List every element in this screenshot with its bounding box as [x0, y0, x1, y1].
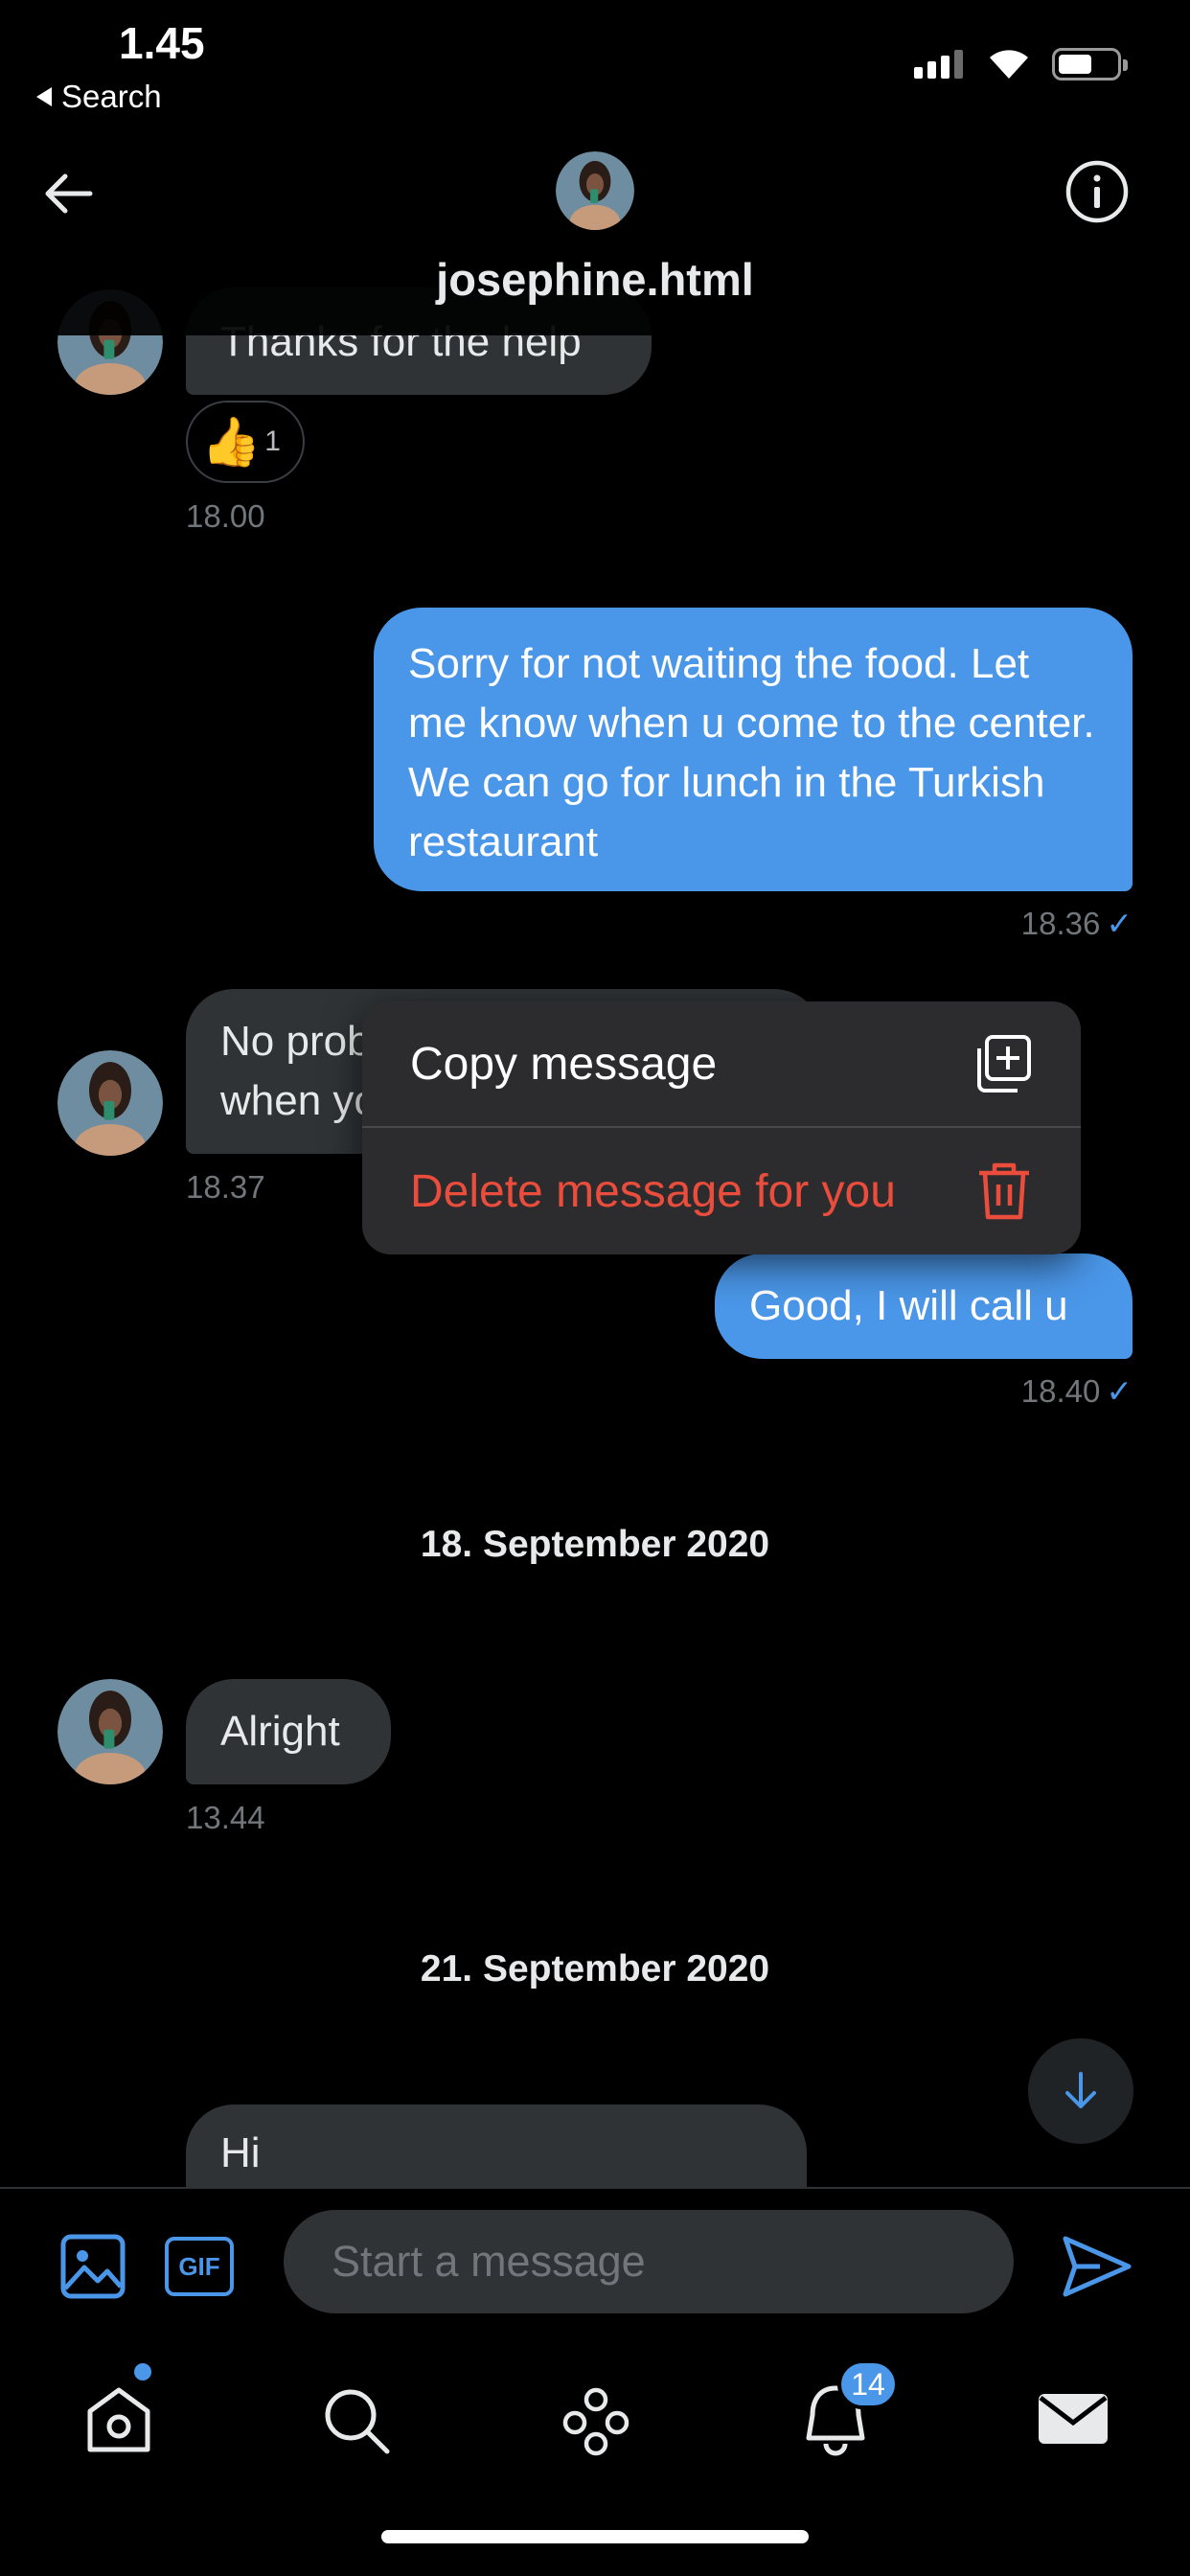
message-input[interactable]: [284, 2210, 1014, 2313]
back-to-search-link[interactable]: Search: [36, 79, 162, 115]
thumbs-up-icon: 👍: [201, 415, 262, 469]
send-icon[interactable]: [1062, 2233, 1133, 2300]
reaction-badge[interactable]: 👍 1: [186, 401, 305, 483]
message-bubble-outgoing[interactable]: Sorry for not waiting the food. Let me k…: [374, 608, 1133, 891]
delete-message-menu-item[interactable]: Delete message for you: [362, 1128, 1081, 1254]
copy-message-label: Copy message: [410, 1038, 718, 1090]
message-timestamp: 18.40 ✓: [862, 1372, 1133, 1410]
home-new-content-dot: [134, 2363, 151, 2380]
date-separator: 18. September 2020: [420, 1524, 770, 1565]
sent-check-icon: ✓: [1106, 1373, 1133, 1409]
message-timestamp: 13.44: [186, 1800, 265, 1835]
back-arrow-icon[interactable]: [38, 163, 100, 224]
conversation-header: josephine.html: [0, 144, 1190, 335]
date-separator: 21. September 2020: [420, 1948, 770, 1990]
message-text: Sorry for not waiting the food. Let me k…: [408, 640, 1095, 865]
gif-button[interactable]: GIF: [165, 2237, 234, 2296]
home-indicator[interactable]: [381, 2530, 809, 2543]
communities-icon[interactable]: [556, 2379, 636, 2459]
message-text: Hi: [220, 2129, 261, 2176]
message-context-menu: Copy message Delete message for you: [362, 1001, 1081, 1254]
reaction-count: 1: [264, 426, 281, 457]
message-text: Good, I will call u: [749, 1282, 1068, 1329]
wifi-icon: [990, 50, 1028, 79]
cellular-signal-icon: [914, 50, 963, 79]
info-icon[interactable]: [1064, 158, 1131, 225]
copy-icon: [977, 1035, 1031, 1092]
sent-check-icon: ✓: [1106, 906, 1133, 941]
message-timestamp: 18.00: [186, 498, 265, 534]
trash-icon: [979, 1162, 1029, 1220]
status-time: 1.45: [119, 18, 205, 68]
image-icon[interactable]: [59, 2233, 126, 2300]
search-icon[interactable]: [316, 2379, 397, 2459]
message-composer: GIF: [0, 2187, 1190, 2340]
message-time: 18.36: [1020, 906, 1101, 941]
conversation-title[interactable]: josephine.html: [0, 253, 1190, 306]
avatar[interactable]: [57, 1679, 163, 1784]
message-bubble-incoming[interactable]: Hi: [186, 2104, 807, 2187]
copy-message-menu-item[interactable]: Copy message: [362, 1001, 1081, 1128]
back-to-search-label: Search: [61, 79, 162, 114]
header-avatar[interactable]: [556, 151, 634, 230]
message-time: 18.40: [1020, 1373, 1101, 1409]
home-icon[interactable]: [79, 2379, 159, 2459]
message-timestamp: 18.37: [186, 1169, 265, 1205]
messages-mail-icon[interactable]: [1033, 2379, 1113, 2459]
battery-icon: [1052, 48, 1128, 80]
delete-message-label: Delete message for you: [410, 1165, 896, 1217]
message-bubble-outgoing[interactable]: Good, I will call u: [715, 1254, 1133, 1359]
status-bar: 1.45 Search: [0, 0, 1190, 144]
message-bubble-incoming[interactable]: Alright: [186, 1679, 391, 1784]
back-triangle-icon: [36, 87, 52, 106]
message-text: Alright: [220, 1708, 340, 1755]
message-timestamp: 18.36 ✓: [862, 905, 1133, 942]
arrow-down-icon: [1065, 2072, 1096, 2108]
notifications-badge: 14: [837, 2359, 899, 2409]
scroll-to-bottom-button[interactable]: [1028, 2038, 1133, 2144]
avatar[interactable]: [57, 1050, 163, 1156]
